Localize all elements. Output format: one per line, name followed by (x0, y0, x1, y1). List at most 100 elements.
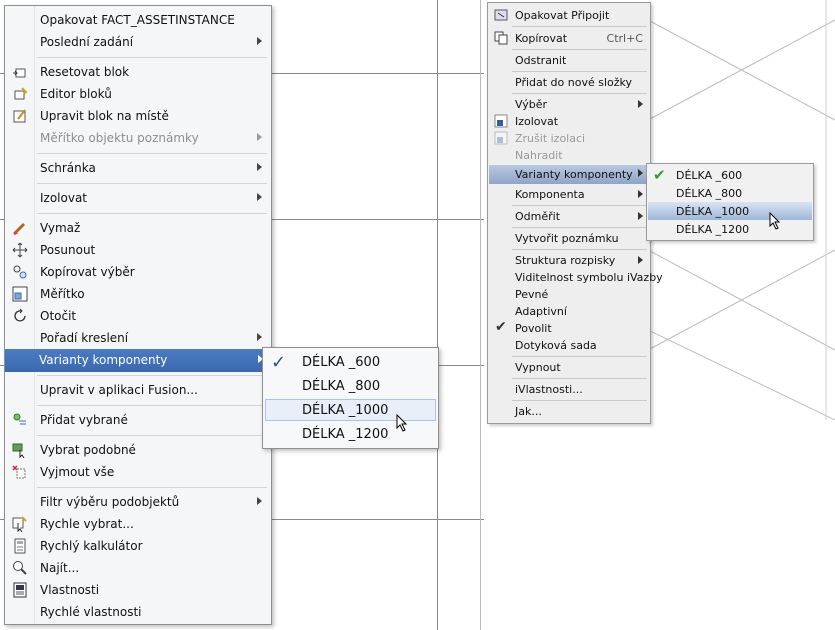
menu-item-label: Jak... (515, 405, 542, 418)
grid-line (437, 0, 438, 630)
menu-item-adaptive[interactable]: Adaptivní (489, 303, 649, 320)
menu-item-replace[interactable]: Nahradit (489, 147, 649, 164)
menu-item-clipboard[interactable]: Schránka (6, 157, 270, 179)
variant-item-1200[interactable]: DÉLKA _1200 (265, 423, 436, 445)
menu-item-label: Odstranit (515, 54, 567, 67)
variant-item-800[interactable]: DÉLKA _800 (265, 375, 436, 397)
menu-item-how-to[interactable]: Jak... (489, 403, 649, 420)
menu-item-isolate[interactable]: Izolovat (6, 187, 270, 209)
menu-item-add-to-folder[interactable]: Přidat do nové složky (489, 74, 649, 91)
copy-icon (494, 31, 508, 45)
menu-item-label: Pevné (515, 288, 549, 301)
add-selected-icon (13, 413, 26, 425)
menu-item-properties[interactable]: Vlastnosti (6, 579, 270, 601)
menu-item-iproperties[interactable]: iVlastnosti... (489, 381, 649, 398)
eraser-icon (13, 222, 26, 236)
variant-item-1200[interactable]: DÉLKA _1200 (648, 220, 812, 238)
menu-separator (512, 26, 647, 27)
submenu-arrow-icon (257, 497, 262, 505)
submenu-arrow-icon (257, 193, 262, 201)
submenu-arrow-icon (257, 37, 262, 45)
mouse-cursor-icon (396, 414, 408, 432)
menu-item-enabled[interactable]: ✔ Povolit (489, 319, 649, 337)
menu-item-draw-order[interactable]: Pořadí kreslení (6, 327, 270, 349)
menu-item-quick-properties[interactable]: Rychlé vlastnosti (6, 601, 270, 623)
menu-item-label: Rychlé vlastnosti (40, 605, 142, 619)
menu-item-copy[interactable]: Kopírovat Ctrl+C (489, 30, 649, 47)
check-icon: ✓ (271, 352, 287, 373)
rotate-icon (14, 308, 26, 322)
variant-item-1000[interactable]: DÉLKA _1000 (648, 202, 812, 220)
menu-item-isolate[interactable]: Izolovat (489, 113, 649, 130)
variant-item-600[interactable]: ✔ DÉLKA _600 (648, 166, 812, 184)
menu-item-bom-structure[interactable]: Struktura rozpisky (489, 252, 649, 269)
variant-item-800[interactable]: DÉLKA _800 (648, 184, 812, 202)
menu-item-erase[interactable]: Vymaž (6, 217, 270, 239)
variant-item-1000[interactable]: DÉLKA _1000 (265, 399, 436, 421)
menu-item-label: Přidat do nové složky (515, 76, 633, 89)
menu-separator (512, 249, 647, 250)
menu-item-create-note[interactable]: Vytvořit poznámku (489, 230, 649, 247)
menu-item-delete[interactable]: Odstranit (489, 52, 649, 69)
properties-icon (13, 582, 27, 598)
right-context-menu: Opakovat Připojit Kopírovat Ctrl+C Odstr… (487, 2, 663, 424)
menu-item-recent-input[interactable]: Poslední zadání (6, 31, 270, 53)
menu-item-unisolate[interactable]: Zrušit izolaci (489, 130, 649, 147)
menu-item-find[interactable]: Najít... (6, 557, 270, 579)
variant-item-600[interactable]: ✓ DÉLKA _600 (265, 351, 436, 373)
menu-item-suppress[interactable]: Vypnout (489, 359, 649, 376)
menu-item-repeat[interactable]: Opakovat FACT_ASSETINSTANCE (6, 9, 270, 31)
menu-item-quick-calc[interactable]: Rychlý kalkulátor (6, 535, 270, 557)
menu-item-label: Poslední zadání (40, 35, 134, 49)
menu-item-copy-selection[interactable]: Kopírovat výběr (6, 261, 270, 283)
menu-item-scale[interactable]: Měřítko (6, 283, 270, 305)
menu-item-reset-block[interactable]: Resetovat blok (6, 61, 270, 83)
menu-item-annotation-scale[interactable]: Měřítko objektu poznámky (6, 127, 270, 149)
menu-item-selection[interactable]: Výběr (489, 96, 649, 113)
menu-item-label: Povolit (515, 322, 552, 335)
submenu-arrow-icon (638, 256, 643, 264)
menu-item-label: Najít... (40, 561, 80, 575)
menu-item-component-variants[interactable]: Varianty komponenty (5, 349, 271, 372)
unisolate-icon (494, 131, 508, 145)
menu-item-component-variants[interactable]: Varianty komponenty (489, 165, 649, 184)
menu-separator (37, 183, 267, 184)
scale-icon (12, 286, 28, 302)
menu-item-block-editor[interactable]: Editor bloků (6, 83, 270, 105)
menu-item-label: Otočit (40, 309, 77, 323)
submenu-arrow-icon (257, 163, 262, 171)
menu-item-repeat-attach[interactable]: Opakovat Připojit (489, 7, 649, 24)
menu-item-component[interactable]: Komponenta (489, 186, 649, 203)
menu-item-label: Nahradit (515, 149, 563, 162)
menu-item-edit-in-place[interactable]: Upravit blok na místě (6, 105, 270, 127)
menu-item-rotate[interactable]: Otočit (6, 305, 270, 327)
submenu-arrow-icon (257, 133, 262, 141)
menu-separator (37, 487, 267, 488)
menu-item-label: Rychlý kalkulátor (40, 539, 143, 553)
menu-item-deselect-all[interactable]: Vyjmout vše (6, 461, 270, 483)
menu-item-select-similar[interactable]: Vybrat podobné (6, 439, 270, 461)
menu-item-contact-set[interactable]: Dotyková sada (489, 337, 649, 354)
menu-separator (37, 375, 267, 376)
variant-label: DÉLKA _1200 (302, 427, 389, 442)
menu-item-imate-visibility[interactable]: Viditelnost symbolu iVazby (489, 269, 663, 286)
menu-separator (37, 153, 267, 154)
menu-item-label: Izolovat (515, 115, 559, 128)
menu-separator (512, 71, 647, 72)
menu-item-measure[interactable]: Odměřit (489, 208, 649, 225)
menu-separator (37, 405, 267, 406)
menu-item-subobject-filter[interactable]: Filtr výběru podobjektů (6, 491, 270, 513)
menu-item-label: Odměřit (515, 210, 561, 223)
menu-item-quick-select[interactable]: Rychle vybrat... (6, 513, 270, 535)
menu-item-add-selected[interactable]: Přidat vybrané (6, 409, 270, 431)
menu-item-label: Výběr (515, 98, 548, 111)
grid-line (480, 0, 481, 630)
menu-item-label: Přidat vybrané (40, 413, 128, 427)
menu-separator (512, 356, 647, 357)
right-variants-submenu: ✔ DÉLKA _600 DÉLKA _800 DÉLKA _1000 DÉLK… (646, 163, 814, 241)
menu-item-grounded[interactable]: Pevné (489, 286, 649, 303)
menu-item-move[interactable]: Posunout (6, 239, 270, 261)
quick-select-icon (12, 516, 27, 532)
block-editor-icon (14, 87, 28, 100)
menu-item-edit-in-fusion[interactable]: Upravit v aplikaci Fusion... (6, 379, 270, 401)
